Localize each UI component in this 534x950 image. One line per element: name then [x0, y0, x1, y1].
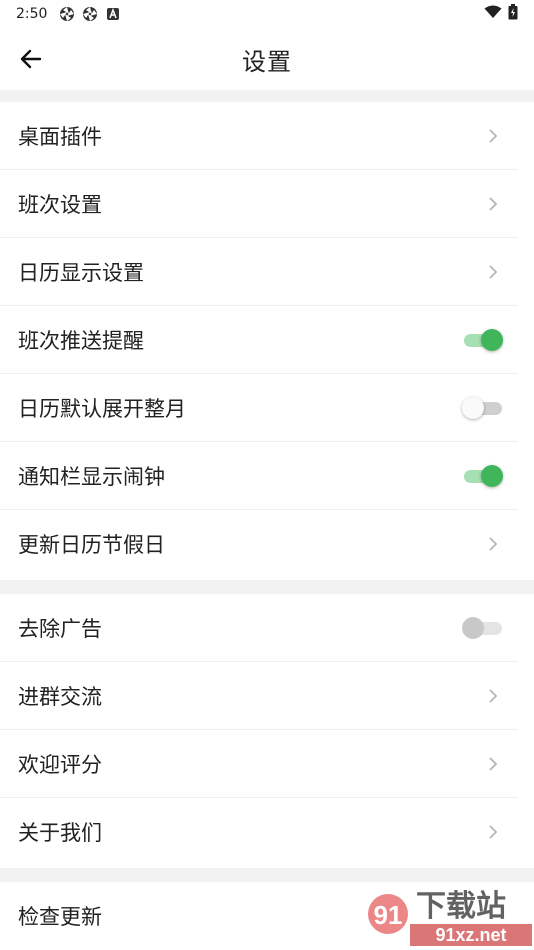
status-time: 2:50	[16, 6, 48, 22]
status-right-icons	[484, 4, 518, 24]
row-remove-ads[interactable]: 去除广告	[0, 594, 518, 662]
aperture-notification-icon-2	[82, 6, 98, 22]
toggle-thumb	[481, 464, 503, 487]
row-desktop-widget[interactable]: 桌面插件	[0, 102, 518, 170]
toggle-thumb	[462, 396, 484, 419]
chevron-right-icon	[486, 686, 500, 706]
chevron-right-icon	[486, 262, 500, 282]
watermark-text: 下载站	[416, 889, 506, 924]
watermark-logo: 91	[374, 900, 403, 930]
chevron-right-icon	[486, 534, 500, 554]
settings-group-1: 桌面插件 班次设置 日历显示设置 班次推送提醒 日历默认展开整月 通知栏显示闹钟	[0, 102, 534, 578]
row-label: 班次设置	[18, 192, 102, 217]
row-calendar-display-settings[interactable]: 日历显示设置	[0, 238, 518, 306]
section-gap	[0, 90, 534, 102]
app-notification-icon	[105, 6, 121, 22]
row-label: 通知栏显示闹钟	[18, 464, 165, 489]
site-watermark: 91 下载站 91xz.net	[368, 889, 532, 946]
row-about-us[interactable]: 关于我们	[0, 798, 518, 866]
row-label: 检查更新	[18, 905, 102, 929]
app-bar: 设置	[0, 28, 534, 90]
arrow-left-icon	[20, 49, 42, 69]
section-gap	[0, 580, 534, 594]
row-update-holidays[interactable]: 更新日历节假日	[0, 510, 518, 578]
battery-icon	[508, 4, 518, 24]
row-label: 关于我们	[18, 821, 102, 845]
chevron-right-icon	[486, 194, 500, 214]
wifi-icon	[484, 5, 502, 23]
row-shift-settings[interactable]: 班次设置	[0, 170, 518, 238]
shift-push-reminder-toggle[interactable]	[464, 328, 503, 352]
row-label: 日历默认展开整月	[18, 396, 186, 421]
chevron-right-icon	[486, 126, 500, 146]
toggle-thumb	[462, 616, 484, 639]
back-button[interactable]	[14, 42, 48, 76]
notification-alarm-toggle[interactable]	[464, 464, 503, 488]
row-label: 欢迎评分	[18, 752, 102, 777]
row-label: 更新日历节假日	[18, 533, 165, 557]
aperture-notification-icon	[59, 6, 75, 22]
remove-ads-toggle[interactable]	[462, 616, 502, 640]
status-bar: 2:50	[0, 0, 534, 28]
row-notification-alarm[interactable]: 通知栏显示闹钟	[0, 442, 518, 510]
watermark-url: 91xz.net	[435, 925, 506, 945]
section-gap	[0, 868, 534, 882]
row-label: 去除广告	[18, 616, 102, 641]
row-label: 桌面插件	[18, 124, 102, 149]
row-shift-push-reminder[interactable]: 班次推送提醒	[0, 306, 518, 374]
row-calendar-expand-month[interactable]: 日历默认展开整月	[0, 374, 518, 442]
toggle-thumb	[481, 328, 503, 351]
chevron-right-icon	[486, 754, 500, 774]
settings-group-2: 去除广告 进群交流 欢迎评分 关于我们	[0, 594, 534, 866]
row-rate-app[interactable]: 欢迎评分	[0, 730, 518, 798]
page-title: 设置	[242, 47, 292, 76]
row-join-group[interactable]: 进群交流	[0, 662, 518, 730]
row-label: 班次推送提醒	[18, 328, 144, 353]
row-label: 日历显示设置	[18, 260, 144, 285]
calendar-expand-month-toggle[interactable]	[462, 396, 502, 420]
row-label: 进群交流	[18, 684, 102, 709]
chevron-right-icon	[486, 822, 500, 842]
